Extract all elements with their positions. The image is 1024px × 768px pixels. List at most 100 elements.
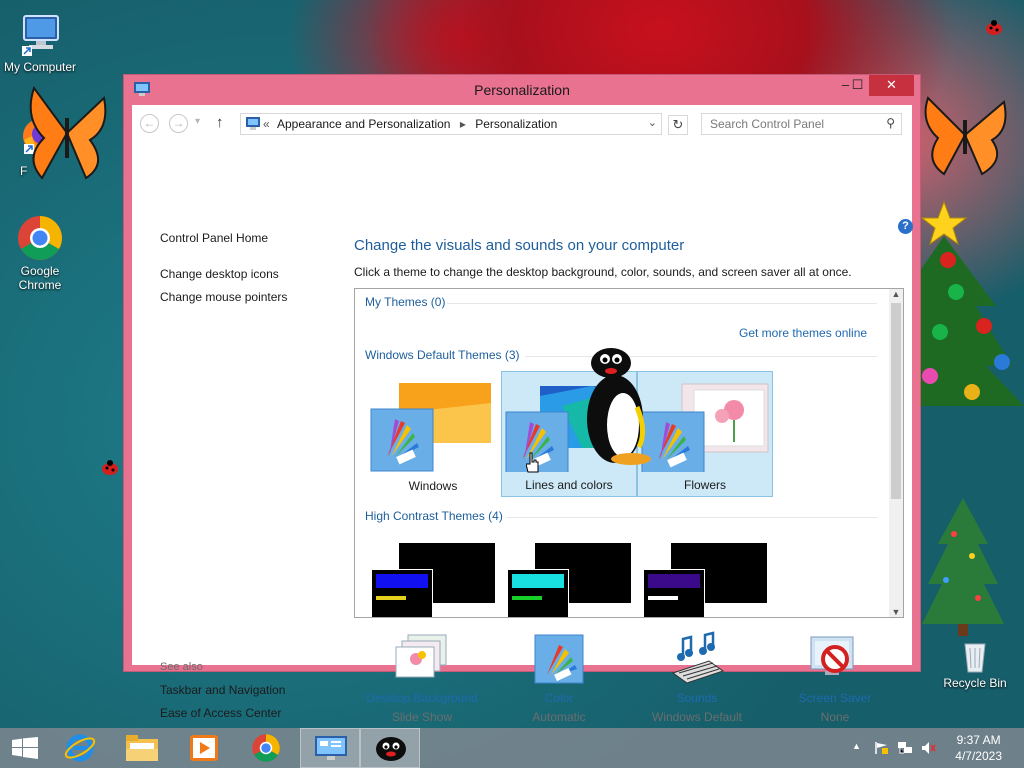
back-button[interactable]: ←	[140, 114, 159, 133]
divider	[525, 356, 877, 357]
taskbar-internet-explorer[interactable]	[50, 728, 110, 768]
hc-text-bar	[648, 596, 678, 600]
show-hidden-icons-button[interactable]: ▲	[852, 741, 861, 751]
breadcrumb: Appearance and Personalization ▸ Persona…	[277, 117, 557, 131]
title-bar[interactable]: Personalization – ☐ ✕	[124, 75, 920, 105]
vertical-scrollbar[interactable]: ▲ ▼	[889, 289, 903, 617]
change-mouse-pointers-link[interactable]: Change mouse pointers	[160, 290, 287, 304]
breadcrumb-appearance[interactable]: Appearance and Personalization	[277, 117, 450, 131]
media-player-icon	[190, 735, 218, 761]
search-icon[interactable]: ⚲	[886, 116, 895, 130]
theme-tile-high-contrast-3[interactable]	[637, 541, 773, 617]
scroll-down-icon[interactable]: ▼	[889, 607, 903, 617]
high-contrast-heading: High Contrast Themes (4)	[365, 509, 503, 523]
up-button[interactable]: ↑	[216, 114, 224, 131]
desktop-icon-label: Google Chrome	[18, 264, 62, 292]
control-panel-home-link[interactable]: Control Panel Home	[160, 231, 268, 245]
butterfly-icon	[29, 85, 107, 180]
christmas-tree-icon	[922, 498, 1004, 636]
ladybug-icon	[102, 460, 118, 475]
personalization-window: Personalization – ☐ ✕ ← → ▾ ↑ « Appearan…	[123, 74, 921, 724]
bottom-item-label[interactable]: Screen Saver	[770, 691, 900, 705]
change-desktop-icons-link[interactable]: Change desktop icons	[160, 267, 279, 281]
taskbar-media-player[interactable]	[174, 728, 234, 768]
desktop-background-icon	[394, 631, 450, 687]
hc-thumbnail-palette	[507, 569, 569, 617]
screen-saver-item[interactable]: Screen Saver None	[770, 631, 900, 724]
window-title: Personalization	[474, 82, 570, 98]
ladybug-icon	[986, 20, 1002, 35]
address-bar[interactable]: « Appearance and Personalization ▸ Perso…	[240, 113, 662, 135]
sounds-item[interactable]: Sounds Windows Default	[632, 631, 762, 724]
desktop-icon-recycle-bin[interactable]: Recycle Bin	[935, 638, 1015, 690]
theme-thumbnail	[370, 383, 491, 472]
desktop-icon-label: Recycle Bin	[943, 676, 1007, 690]
internet-explorer-icon	[64, 734, 96, 762]
bottom-item-label[interactable]: Desktop Background	[357, 691, 487, 705]
hand-cursor-icon	[526, 452, 539, 473]
color-item[interactable]: Color Automatic	[494, 631, 624, 724]
color-icon	[531, 631, 587, 687]
address-dropdown-icon[interactable]: ⌄	[648, 116, 657, 129]
windows-logo-icon	[12, 737, 38, 759]
hc-thumbnail-palette	[371, 569, 433, 617]
recent-locations-chevron-icon[interactable]: ▾	[195, 116, 200, 127]
control-panel-icon	[246, 117, 260, 130]
butterfly-icon	[924, 96, 1007, 176]
default-themes-heading: Windows Default Themes (3)	[365, 348, 520, 362]
volume-muted-icon[interactable]	[922, 742, 936, 754]
sounds-icon	[669, 631, 725, 687]
hc-thumbnail-palette	[643, 569, 705, 617]
taskbar-google-chrome[interactable]	[236, 728, 296, 768]
help-icon[interactable]: ?	[898, 219, 913, 234]
start-button[interactable]	[0, 728, 48, 768]
chrome-icon	[252, 734, 280, 762]
network-icon[interactable]	[898, 742, 912, 754]
scroll-up-icon[interactable]: ▲	[889, 289, 903, 299]
bottom-item-label[interactable]: Sounds	[632, 691, 762, 705]
theme-tile-windows[interactable]: Windows	[365, 371, 501, 497]
scroll-thumb[interactable]	[891, 303, 901, 499]
desktop-icon-my-computer[interactable]: My Computer	[0, 10, 80, 74]
bottom-item-value: None	[820, 710, 850, 724]
theme-tile-flowers[interactable]: Flowers	[637, 371, 773, 497]
penguin-icon	[587, 348, 651, 465]
page-subheading: Click a theme to change the desktop back…	[354, 265, 852, 279]
navigation-bar: ← → ▾ ↑ « Appearance and Personalization…	[132, 105, 912, 143]
theme-tile-high-contrast-1[interactable]	[365, 541, 501, 617]
breadcrumb-overflow[interactable]: «	[263, 117, 270, 131]
system-clock[interactable]: 9:37 AM 4/7/2023	[955, 732, 1002, 764]
breadcrumb-separator-icon[interactable]: ▸	[460, 117, 466, 131]
taskbar-pingu-app[interactable]	[360, 728, 420, 768]
clock-date: 4/7/2023	[955, 749, 1002, 763]
refresh-icon[interactable]: ↻	[668, 115, 688, 135]
bottom-item-value: Windows Default	[651, 710, 743, 724]
forward-button[interactable]: →	[169, 114, 188, 133]
theme-thumbnail	[641, 383, 769, 472]
chrome-icon	[16, 214, 64, 262]
search-placeholder: Search Control Panel	[710, 117, 825, 131]
taskbar-control-panel[interactable]	[300, 728, 360, 768]
theme-label: Windows	[408, 479, 458, 493]
search-input[interactable]: Search Control Panel ⚲	[701, 113, 902, 135]
control-panel-icon	[315, 736, 347, 760]
divider	[507, 517, 877, 518]
hc-title-bar	[648, 574, 700, 588]
theme-tile-high-contrast-2[interactable]	[501, 541, 637, 617]
taskbar-file-explorer[interactable]	[112, 728, 172, 768]
taskbar-navigation-link[interactable]: Taskbar and Navigation	[160, 683, 285, 697]
breadcrumb-personalization[interactable]: Personalization	[475, 117, 557, 131]
get-more-themes-link[interactable]: Get more themes online	[739, 326, 867, 340]
maximize-button[interactable]: ☐	[843, 75, 872, 96]
bottom-item-label[interactable]: Color	[494, 691, 624, 705]
action-center-flag-icon[interactable]	[874, 742, 888, 754]
theme-label: Lines and colors	[525, 478, 613, 492]
hc-title-bar	[376, 574, 428, 588]
hc-text-bar	[512, 596, 542, 600]
desktop-background-item[interactable]: Desktop Background Slide Show	[357, 631, 487, 724]
ease-of-access-link[interactable]: Ease of Access Center	[160, 706, 281, 720]
bottom-item-value: Automatic	[532, 710, 586, 724]
desktop-icon-google-chrome[interactable]: Google Chrome	[0, 214, 80, 292]
close-button[interactable]: ✕	[869, 75, 914, 96]
see-also-label: See also	[160, 661, 203, 673]
